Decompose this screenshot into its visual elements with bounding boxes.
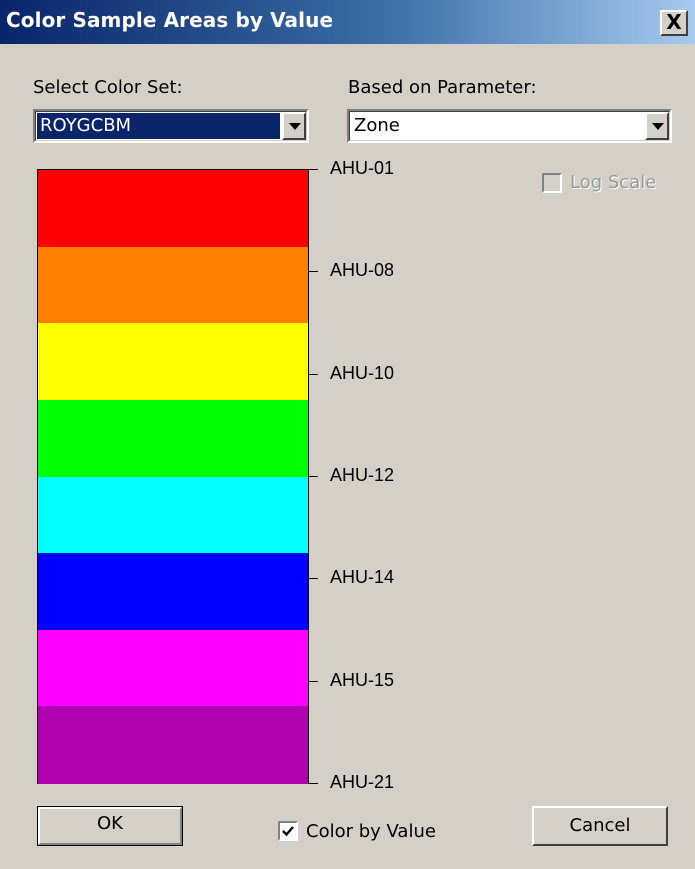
color-set-dropdown-button[interactable] — [282, 112, 306, 140]
color-set-value: ROYGCBM — [37, 113, 280, 139]
chevron-down-icon — [652, 123, 664, 130]
chevron-down-icon — [289, 123, 301, 130]
legend-tick-mark — [309, 271, 318, 272]
log-scale-checkbox[interactable] — [542, 173, 562, 193]
legend-band — [38, 170, 308, 248]
close-icon: X — [666, 10, 682, 34]
legend-tick-mark — [309, 476, 318, 477]
legend-band — [38, 246, 308, 324]
parameter-label: Based on Parameter: — [348, 77, 537, 98]
color-set-label: Select Color Set: — [33, 77, 183, 98]
color-set-dropdown[interactable]: ROYGCBM — [33, 109, 309, 143]
window-title: Color Sample Areas by Value — [6, 8, 334, 32]
parameter-dropdown-button[interactable] — [645, 112, 669, 140]
legend-tick-mark — [309, 783, 318, 784]
legend-tick-mark — [309, 681, 318, 682]
log-scale-label: Log Scale — [570, 172, 657, 193]
check-icon — [282, 826, 294, 837]
color-by-value-checkbox[interactable] — [278, 821, 298, 841]
legend-tick-label: AHU-01 — [330, 158, 395, 178]
legend-band — [38, 476, 308, 554]
title-bar[interactable]: Color Sample Areas by Value X — [0, 0, 695, 44]
legend-tick-label: AHU-12 — [330, 465, 395, 485]
color-legend — [37, 169, 309, 784]
legend-tick-mark — [309, 374, 318, 375]
legend-tick-label: AHU-10 — [330, 363, 395, 383]
legend-band — [38, 629, 308, 707]
legend-tick-label: AHU-08 — [330, 260, 395, 280]
legend-tick-label: AHU-15 — [330, 670, 395, 690]
legend-band — [38, 399, 308, 477]
parameter-value: Zone — [354, 115, 400, 136]
legend-band — [38, 706, 308, 784]
legend-band — [38, 553, 308, 631]
cancel-label: Cancel — [569, 815, 631, 836]
legend-tick-mark — [309, 169, 318, 170]
ok-button[interactable]: OK — [37, 806, 183, 846]
cancel-button[interactable]: Cancel — [532, 806, 668, 846]
legend-tick-label: AHU-21 — [330, 772, 395, 792]
legend-tick-label: AHU-14 — [330, 567, 395, 587]
parameter-dropdown[interactable]: Zone — [347, 109, 672, 143]
legend-band — [38, 323, 308, 401]
color-sample-areas-dialog: Color Sample Areas by Value X Select Col… — [0, 0, 695, 869]
legend-tick-mark — [309, 578, 318, 579]
color-by-value-label: Color by Value — [306, 821, 436, 842]
close-button[interactable]: X — [660, 10, 688, 36]
